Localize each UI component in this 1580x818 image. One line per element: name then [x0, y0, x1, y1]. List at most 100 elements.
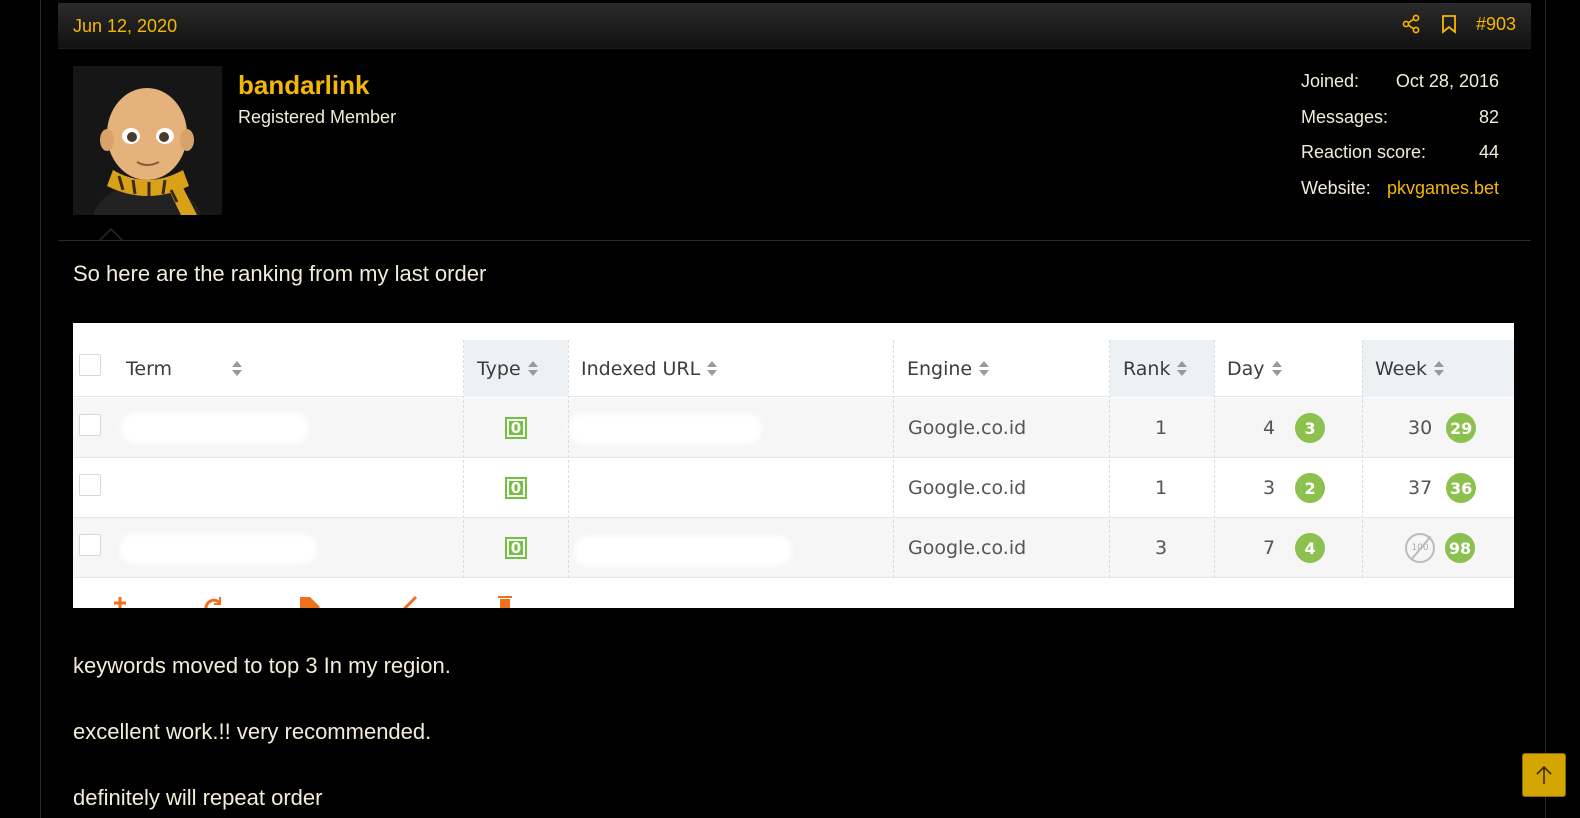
week-change-badge: 29 [1446, 413, 1477, 443]
stat-label: Messages: [1301, 106, 1389, 127]
scroll-to-top-button[interactable] [1522, 753, 1566, 797]
stat-label: Website: [1301, 177, 1371, 198]
post-number-link[interactable]: #903 [1476, 14, 1516, 35]
engine-cell: Google.co.id [908, 477, 1027, 499]
table-row: 0 Google.co.id 1 4 3 30 29 [73, 398, 1514, 458]
col-divider [1214, 340, 1215, 578]
add-icon [114, 597, 126, 608]
tag-icon [300, 597, 320, 608]
message-intro: So here are the ranking from my last ord… [73, 261, 487, 286]
day-value: 7 [1263, 537, 1276, 559]
day-cell: 4 3 [1263, 398, 1326, 458]
website-link[interactable]: pkvgames.bet [1387, 178, 1499, 214]
sort-icon [1271, 360, 1282, 377]
col-divider [1362, 340, 1363, 578]
post-actions: #903 [1400, 13, 1516, 35]
day-value: 4 [1263, 417, 1276, 439]
week-cell: 100 98 [1405, 518, 1475, 578]
user-stats: Joined: Oct 28, 2016 Messages: 82 Reacti… [1301, 71, 1499, 213]
engine-cell: Google.co.id [908, 537, 1027, 559]
page-rail-right [1545, 0, 1546, 818]
col-day: Day [1227, 340, 1362, 397]
trash-icon [498, 596, 512, 608]
rank-cell: 1 [1155, 477, 1168, 499]
row-checkbox [79, 414, 101, 436]
sort-icon [707, 360, 718, 377]
type-cell: 0 [505, 458, 527, 518]
col-divider [893, 340, 894, 578]
stat-value: 44 [1478, 142, 1499, 162]
message-line: definitely will repeat order [73, 785, 323, 810]
avatar[interactable] [73, 66, 222, 215]
col-label: Term [126, 357, 173, 380]
col-label: Indexed URL [581, 357, 701, 380]
col-type: Type [464, 340, 568, 397]
col-label: Engine [907, 357, 973, 380]
post-divider [58, 240, 1531, 241]
user-title: Registered Member [238, 107, 397, 127]
stat-joined: Joined: Oct 28, 2016 [1301, 71, 1499, 107]
post-header: Jun 12, 2020 #903 [58, 3, 1531, 49]
stat-label: Reaction score: [1301, 142, 1427, 162]
col-label: Day [1227, 357, 1265, 380]
week-change-badge: 98 [1445, 533, 1475, 563]
day-cell: 3 2 [1263, 458, 1326, 518]
arrow-up-icon [1536, 765, 1552, 784]
page-rail-left [40, 0, 41, 818]
type-cell: 0 [505, 518, 527, 578]
refresh-icon [204, 597, 222, 608]
redacted-url [573, 418, 758, 440]
redacted-term [125, 417, 305, 439]
week-cell: 37 36 [1408, 458, 1477, 518]
col-label: Week [1375, 357, 1428, 380]
day-change-badge: 4 [1295, 533, 1326, 563]
sort-icon [1434, 360, 1445, 377]
stat-messages: Messages: 82 [1301, 107, 1499, 143]
engine-cell: Google.co.id [908, 417, 1027, 439]
col-indexed-url: Indexed URL [581, 340, 894, 397]
message-line: keywords moved to top 3 In my region. [73, 653, 451, 678]
share-icon[interactable] [1400, 13, 1422, 35]
type-badge: 0 [505, 417, 527, 439]
day-change-badge: 2 [1295, 473, 1326, 503]
rank-cell: 3 [1155, 537, 1168, 559]
type-badge: 0 [505, 477, 527, 499]
message-line: excellent work.!! very recommended. [73, 719, 432, 744]
col-label: Rank [1123, 357, 1171, 380]
stat-value: 82 [1478, 106, 1499, 127]
ranking-screenshot[interactable]: Term Type Indexed URL Engine Rank Day We… [73, 323, 1514, 608]
day-value: 3 [1263, 477, 1276, 499]
type-badge: 0 [505, 537, 527, 559]
redacted-term [123, 538, 313, 560]
not-ranked-icon: 100 [1405, 533, 1435, 563]
bookmark-icon[interactable] [1438, 13, 1460, 35]
forum-post: Jun 12, 2020 #903 bandarlink Registered … [58, 3, 1531, 818]
week-value: 30 [1408, 417, 1433, 439]
week-cell: 30 29 [1408, 398, 1477, 458]
col-rank: Rank [1110, 340, 1214, 397]
row-checkbox [79, 534, 101, 556]
stat-reaction-score: Reaction score: 44 [1301, 142, 1499, 178]
col-divider [568, 340, 569, 578]
col-label: Type [477, 357, 521, 380]
table-row: 0 Google.co.id 1 3 2 37 36 [73, 458, 1514, 518]
stat-label: Joined: [1301, 71, 1360, 91]
col-divider [1109, 340, 1110, 578]
type-cell: 0 [505, 398, 527, 458]
col-engine: Engine [907, 340, 1107, 397]
col-week: Week [1362, 340, 1514, 397]
col-term: Term [126, 340, 464, 397]
stat-value: Oct 28, 2016 [1395, 71, 1499, 91]
post-date[interactable]: Jun 12, 2020 [73, 16, 177, 37]
week-change-badge: 36 [1446, 473, 1477, 503]
username-link[interactable]: bandarlink [238, 70, 369, 101]
sort-icon [527, 360, 538, 377]
day-cell: 7 4 [1263, 518, 1326, 578]
edit-icon [402, 595, 418, 608]
select-all-checkbox [79, 354, 101, 376]
sort-icon [1177, 360, 1188, 377]
sort-icon [979, 360, 990, 377]
table-header: Term Type Indexed URL Engine Rank Day We… [73, 340, 1514, 397]
redacted-url [578, 540, 788, 562]
sort-icon [232, 360, 243, 377]
